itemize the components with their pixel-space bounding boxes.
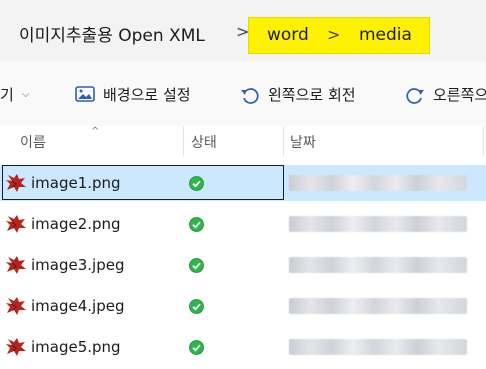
date-value-redacted	[289, 257, 467, 273]
file-name: image5.png	[31, 338, 121, 356]
file-row[interactable]: image4.jpeg	[0, 288, 486, 324]
rotate-right-icon	[406, 87, 424, 104]
check-circle-icon	[189, 340, 204, 355]
column-divider[interactable]	[183, 126, 184, 156]
column-header-name[interactable]: 이름	[20, 132, 46, 152]
date-value-redacted	[289, 339, 467, 355]
rotate-right-label: 오른쪽으	[433, 86, 486, 104]
column-header-status[interactable]: 상태	[191, 132, 217, 152]
set-background-label: 배경으로 설정	[103, 86, 191, 104]
breadcrumb-item-word[interactable]: word	[267, 25, 309, 45]
file-name: image2.png	[31, 215, 121, 233]
rotate-left-button[interactable]: 왼쪽으로 회전	[240, 84, 356, 105]
file-name: image4.jpeg	[31, 297, 125, 315]
file-row[interactable]: image1.png	[0, 165, 486, 201]
rotate-right-button[interactable]: 오른쪽으	[405, 84, 486, 105]
breadcrumb-item-media[interactable]: media	[359, 25, 412, 45]
toolbar: 기 ⌵ 배경으로 설정 왼쪽으로 회전 오른쪽으	[0, 62, 486, 127]
image-frame-icon	[75, 85, 95, 102]
rotate-left-label: 왼쪽으로 회전	[268, 86, 356, 104]
breadcrumb-separator-icon[interactable]: >	[327, 25, 340, 44]
image-file-icon	[6, 297, 26, 315]
toolbar-dropdown-button[interactable]: 기 ⌵	[0, 84, 29, 105]
set-background-button[interactable]: 배경으로 설정	[75, 84, 191, 105]
file-row[interactable]: image5.png	[0, 329, 486, 365]
check-circle-icon	[189, 258, 204, 273]
sort-ascending-icon: ^	[91, 126, 100, 137]
toolbar-dropdown-label: 기	[0, 86, 14, 104]
file-name: image1.png	[31, 174, 121, 192]
chevron-down-icon: ⌵	[21, 89, 30, 100]
check-circle-icon	[189, 299, 204, 314]
image-file-icon	[6, 215, 26, 233]
column-header-row: ^ 이름 상태 날짜	[0, 126, 486, 156]
address-bar: 이미지추출용 Open XML > word > media	[0, 0, 486, 62]
column-header-date[interactable]: 날짜	[290, 132, 316, 152]
column-divider[interactable]	[483, 126, 484, 156]
file-name: image3.jpeg	[31, 256, 125, 274]
file-row[interactable]: image2.png	[0, 206, 486, 242]
image-file-icon	[6, 338, 26, 356]
image-file-icon	[6, 256, 26, 274]
image-file-icon	[6, 174, 26, 192]
column-divider[interactable]	[283, 126, 284, 156]
date-value-redacted	[289, 216, 467, 232]
check-circle-icon	[189, 176, 204, 191]
check-circle-icon	[189, 217, 204, 232]
file-row[interactable]: image3.jpeg	[0, 247, 486, 283]
rotate-left-icon	[241, 87, 259, 104]
breadcrumb-root[interactable]: 이미지추출용 Open XML	[19, 21, 205, 46]
date-value-redacted	[289, 298, 467, 314]
date-value-redacted	[289, 175, 467, 191]
